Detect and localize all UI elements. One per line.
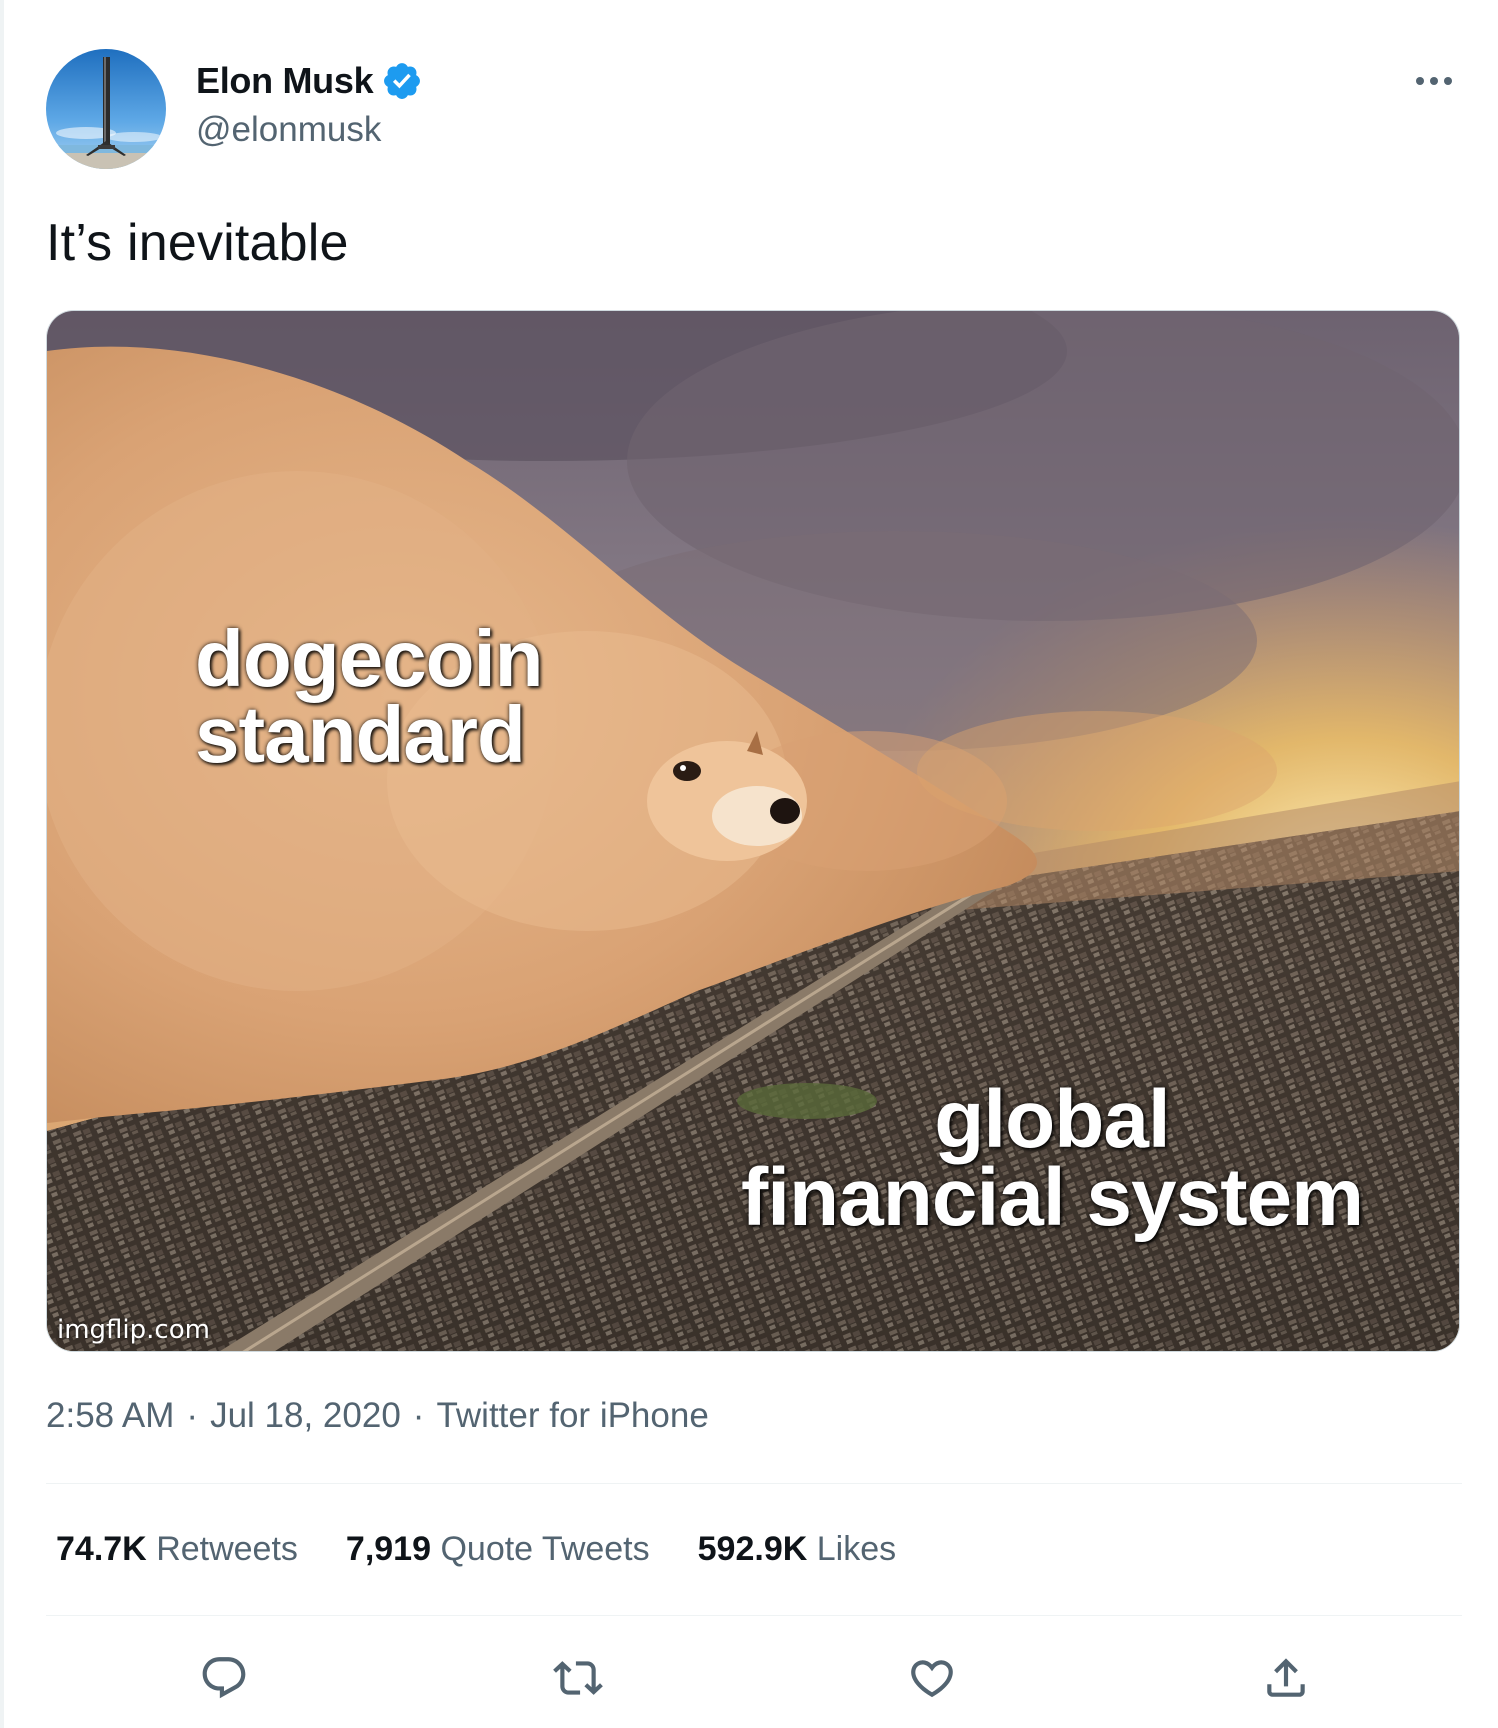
tweet-media-image[interactable]: dogecoin standard global financial syste… bbox=[46, 310, 1460, 1352]
tweet-text: It’s inevitable bbox=[46, 214, 349, 272]
retweets-label: Retweets bbox=[156, 1530, 298, 1568]
tweet-date[interactable]: Jul 18, 2020 bbox=[210, 1396, 401, 1436]
quote-tweets-count: 7,919 bbox=[345, 1530, 432, 1568]
divider bbox=[46, 1615, 1462, 1616]
verified-badge-icon bbox=[384, 63, 421, 99]
meme-top-line1: dogecoin bbox=[195, 614, 544, 703]
author-name-row: Elon Musk bbox=[196, 60, 423, 102]
retweets-stat[interactable]: 74.7K Retweets bbox=[56, 1530, 298, 1569]
meme-top-line2: standard bbox=[195, 690, 526, 779]
tweet-actions bbox=[46, 1648, 1462, 1708]
retweet-button[interactable] bbox=[548, 1648, 608, 1708]
imgflip-watermark: imgflip.com bbox=[57, 1315, 210, 1345]
avatar[interactable] bbox=[46, 49, 166, 169]
tweet-source[interactable]: Twitter for iPhone bbox=[436, 1396, 708, 1436]
meme-top-caption: dogecoin standard bbox=[195, 614, 615, 779]
tweet-meta: 2:58 AM · Jul 18, 2020 · Twitter for iPh… bbox=[46, 1396, 709, 1436]
meme-bottom-line2: financial system bbox=[740, 1151, 1364, 1243]
quote-tweets-stat[interactable]: 7,919 Quote Tweets bbox=[346, 1530, 650, 1569]
meta-separator: · bbox=[412, 1396, 425, 1435]
share-icon bbox=[1267, 1658, 1305, 1697]
more-button[interactable] bbox=[1410, 66, 1458, 96]
likes-label: Likes bbox=[816, 1530, 897, 1568]
divider bbox=[46, 1483, 1462, 1484]
likes-count: 592.9K bbox=[697, 1530, 808, 1568]
share-button[interactable] bbox=[1256, 1648, 1316, 1708]
meta-separator: · bbox=[186, 1396, 199, 1435]
rocket-launch-avatar bbox=[46, 49, 166, 169]
quote-tweets-label: Quote Tweets bbox=[440, 1530, 650, 1568]
reply-icon bbox=[202, 1657, 246, 1699]
like-button[interactable] bbox=[902, 1648, 962, 1708]
author-handle[interactable]: @elonmusk bbox=[196, 110, 423, 150]
heart-icon bbox=[911, 1660, 953, 1698]
meme-bottom-line1: global bbox=[934, 1074, 1170, 1165]
retweets-count: 74.7K bbox=[56, 1530, 147, 1568]
retweet-icon bbox=[553, 1661, 603, 1695]
meme-bottom-caption: global financial system bbox=[702, 1074, 1402, 1243]
more-dots-icon bbox=[1416, 77, 1452, 85]
page-edge bbox=[0, 0, 4, 1728]
author-block: Elon Musk @elonmusk bbox=[196, 60, 423, 150]
tweet: Elon Musk @elonmusk It’s inevitable doge… bbox=[46, 0, 1462, 1728]
likes-stat[interactable]: 592.9K Likes bbox=[698, 1530, 896, 1569]
tweet-stats: 74.7K Retweets 7,919 Quote Tweets 592.9K… bbox=[56, 1530, 896, 1569]
tweet-time[interactable]: 2:58 AM bbox=[46, 1396, 174, 1436]
author-name[interactable]: Elon Musk bbox=[196, 60, 374, 102]
reply-button[interactable] bbox=[194, 1648, 254, 1708]
